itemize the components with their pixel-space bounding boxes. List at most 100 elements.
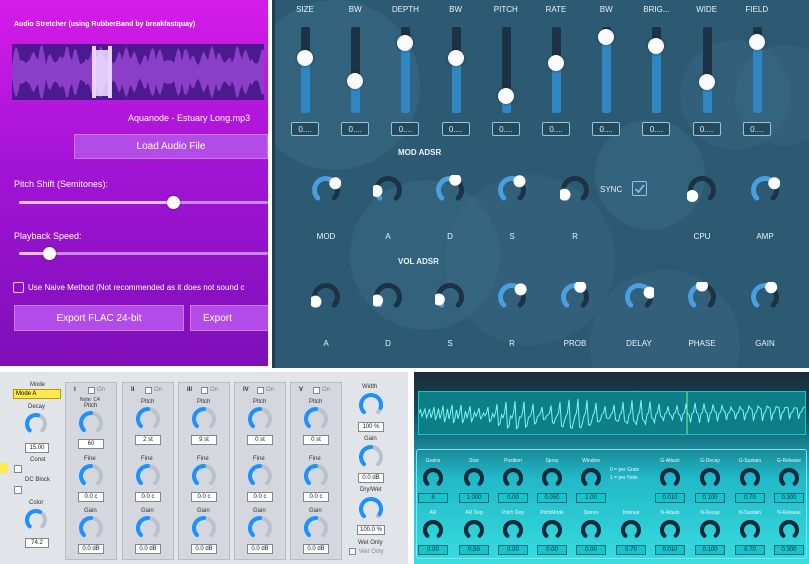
waveform-view[interactable] <box>12 44 264 100</box>
vol-knob-s[interactable] <box>432 282 465 312</box>
slider-thumb[interactable] <box>497 87 514 104</box>
vol-knob-a[interactable] <box>309 282 341 312</box>
grain-value-4[interactable]: 1.00 <box>576 493 606 503</box>
note-value-6[interactable]: 0.010 <box>655 545 685 555</box>
fine-value[interactable]: 0.0 c <box>78 492 104 502</box>
slider-value-8[interactable]: 0.... <box>692 122 721 136</box>
gain-knob[interactable] <box>78 515 104 546</box>
column-on-checkbox[interactable] <box>313 387 320 394</box>
width-value[interactable]: 100 % <box>358 422 384 432</box>
note-value-1[interactable]: 0.50 <box>459 545 489 555</box>
load-audio-button[interactable]: Load Audio File <box>74 134 268 159</box>
note-value-3[interactable]: 0.00 <box>537 545 567 555</box>
column-on-checkbox[interactable] <box>257 387 264 394</box>
pitch-shift-thumb[interactable] <box>167 196 181 209</box>
fine-value[interactable]: 0.0 c <box>135 492 161 502</box>
slider-thumb[interactable] <box>447 49 464 66</box>
dry-wet-knob[interactable] <box>358 496 384 527</box>
fine-knob[interactable] <box>303 463 329 494</box>
fine-value[interactable]: 0.0 c <box>247 492 273 502</box>
slider-value-9[interactable]: 0.... <box>742 122 771 136</box>
decay-value[interactable]: 15.00 <box>25 443 49 453</box>
slider-thumb[interactable] <box>698 74 715 91</box>
grain-env-value-3[interactable]: 0.300 <box>774 493 804 503</box>
grain-knob-2[interactable] <box>502 467 524 494</box>
playback-speed-slider[interactable] <box>19 247 268 260</box>
vertical-slider-1[interactable] <box>347 27 364 113</box>
note-knob-5[interactable] <box>620 519 642 546</box>
slider-value-2[interactable]: 0.... <box>391 122 420 136</box>
column-on-checkbox[interactable] <box>201 387 208 394</box>
naive-method-checkbox[interactable] <box>13 282 24 293</box>
vol-knob-phase[interactable] <box>687 279 717 312</box>
vertical-slider-9[interactable] <box>748 27 765 113</box>
slider-value-7[interactable]: 0.... <box>642 122 671 136</box>
gain-value[interactable]: 0.0 dB <box>135 544 161 554</box>
vol-knob-delay[interactable] <box>624 282 656 312</box>
pitch-knob[interactable] <box>247 406 273 437</box>
pitch-knob[interactable] <box>191 406 217 437</box>
mod-knob-s[interactable] <box>497 175 527 205</box>
wet-only-checkbox[interactable] <box>349 548 356 555</box>
const-checkbox[interactable] <box>14 465 22 473</box>
vertical-slider-0[interactable] <box>297 27 313 113</box>
note-knob-4[interactable] <box>580 519 602 546</box>
grain-value-0[interactable]: 8 <box>418 493 448 503</box>
fine-knob[interactable] <box>247 463 273 494</box>
note-value-7[interactable]: 0.100 <box>695 545 725 555</box>
slider-thumb[interactable] <box>548 55 564 72</box>
grain-env-knob-0[interactable] <box>659 467 681 494</box>
column-on-checkbox[interactable] <box>145 387 152 394</box>
note-knob-9[interactable] <box>778 519 800 546</box>
grain-value-2[interactable]: 0.00 <box>498 493 528 503</box>
note-knob-6[interactable] <box>659 519 681 546</box>
note-value-5[interactable]: 0.70 <box>616 545 646 555</box>
slider-value-4[interactable]: 0.... <box>491 122 520 136</box>
gain-value[interactable]: 0.0 dB <box>303 544 329 554</box>
vertical-slider-4[interactable] <box>497 27 514 113</box>
master-gain-knob[interactable] <box>358 444 384 475</box>
vertical-slider-3[interactable] <box>447 27 464 113</box>
note-value-2[interactable]: 0.00 <box>498 545 528 555</box>
color-knob[interactable] <box>24 508 48 537</box>
gain-knob[interactable] <box>135 515 161 546</box>
vertical-slider-8[interactable] <box>698 27 715 113</box>
export-flac-button[interactable]: Export FLAC 24-bit <box>14 305 184 331</box>
grain-knob-3[interactable] <box>541 467 563 494</box>
pitch-value[interactable]: 2 st <box>135 435 161 445</box>
note-knob-0[interactable] <box>422 519 444 546</box>
mod-knob-d[interactable] <box>435 173 465 205</box>
pitch-value[interactable]: 9 st <box>191 435 217 445</box>
vertical-slider-5[interactable] <box>548 27 564 113</box>
slider-value-5[interactable]: 0.... <box>542 122 570 136</box>
fine-knob[interactable] <box>135 463 161 494</box>
gain-knob[interactable] <box>303 515 329 546</box>
note-value-4[interactable]: 0.00 <box>576 545 606 555</box>
grain-env-value-0[interactable]: 0.010 <box>655 493 685 503</box>
grain-env-knob-2[interactable] <box>739 467 761 494</box>
grain-env-value-2[interactable]: 0.70 <box>735 493 765 503</box>
dry-wet-value[interactable]: 100.0 % <box>357 525 385 535</box>
gain-value[interactable]: 0.0 dB <box>247 544 273 554</box>
slider-value-6[interactable]: 0.... <box>592 122 621 136</box>
mode-select[interactable]: Mode A <box>13 389 61 399</box>
decay-knob[interactable] <box>24 412 48 441</box>
note-value-8[interactable]: 0.70 <box>735 545 765 555</box>
gain-value[interactable]: 0.0 dB <box>78 544 104 554</box>
grain-knob-1[interactable] <box>463 467 485 494</box>
grain-env-knob-1[interactable] <box>699 467 721 494</box>
export-button[interactable]: Export <box>190 305 268 331</box>
slider-value-1[interactable]: 0.... <box>341 122 370 136</box>
vertical-slider-6[interactable] <box>598 27 615 113</box>
grain-knob-4[interactable] <box>580 467 602 494</box>
fine-knob[interactable] <box>78 463 104 494</box>
pitch-value[interactable]: 0 st <box>303 435 329 445</box>
mod-knob-r[interactable] <box>558 175 590 205</box>
vol-knob-gain[interactable] <box>750 281 780 312</box>
vertical-slider-2[interactable] <box>397 27 414 113</box>
pitch-value[interactable]: 60 <box>78 439 104 449</box>
gain-knob[interactable] <box>191 515 217 546</box>
fine-knob[interactable] <box>191 463 217 494</box>
vol-knob-r[interactable] <box>497 282 527 312</box>
note-knob-2[interactable] <box>502 519 524 546</box>
